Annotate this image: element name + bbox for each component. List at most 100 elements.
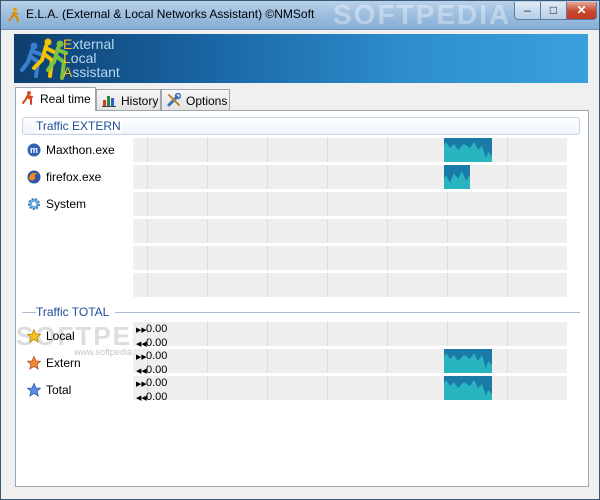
local-traffic-values: ▶▶0.00 ◀◀0.00 — [136, 323, 167, 351]
grid-line — [387, 349, 388, 373]
grid-line — [207, 376, 208, 400]
graph-total-extern — [133, 349, 567, 373]
grid-line — [327, 165, 328, 189]
grid-line — [327, 246, 328, 270]
grid-line — [207, 273, 208, 297]
download-value: 0.00 — [146, 337, 168, 349]
grid-line — [387, 273, 388, 297]
graph-empty — [133, 219, 567, 243]
title-bar[interactable]: E.L.A. (External & Local Networks Assist… — [1, 0, 599, 30]
grid-line — [147, 138, 148, 162]
grid-line — [507, 165, 508, 189]
grid-line — [267, 246, 268, 270]
tab-history-label: History — [121, 94, 159, 108]
app-runner-icon — [8, 7, 19, 23]
grid-line — [147, 219, 148, 243]
graph-maxthon — [133, 138, 567, 162]
star-orange-icon — [27, 356, 41, 370]
grid-line — [507, 219, 508, 243]
row-name: Extern — [46, 356, 81, 370]
grid-line — [207, 322, 208, 346]
tab-real-time[interactable]: Real time — [15, 87, 96, 111]
grid-line — [207, 219, 208, 243]
window-title: E.L.A. (External & Local Networks Assist… — [26, 7, 315, 21]
grid-line — [147, 273, 148, 297]
grid-line — [387, 322, 388, 346]
watermark-text: SOFTPEDIA — [333, 0, 512, 30]
grid-line — [387, 138, 388, 162]
grid-line — [267, 349, 268, 373]
maxthon-icon: m — [27, 143, 41, 157]
gear-icon — [28, 198, 40, 210]
grid-line — [267, 273, 268, 297]
tab-history[interactable]: History — [96, 89, 161, 110]
grid-line — [207, 192, 208, 216]
tab-options-label: Options — [186, 94, 228, 108]
tab-real-time-label: Real time — [40, 92, 91, 106]
close-button[interactable]: ✕ — [567, 2, 597, 20]
traffic-spike — [444, 138, 492, 162]
grid-line — [147, 165, 148, 189]
grid-line — [327, 138, 328, 162]
grid-line — [387, 219, 388, 243]
star-blue-icon — [27, 383, 41, 397]
grid-line — [387, 192, 388, 216]
star-yellow-icon — [27, 329, 41, 343]
grid-line — [507, 246, 508, 270]
tab-options[interactable]: Options — [161, 89, 230, 110]
download-arrow-icon: ◀◀ — [136, 395, 147, 402]
total-group-title: Traffic TOTAL — [36, 305, 116, 319]
minimize-button[interactable]: – — [514, 2, 541, 20]
upload-arrow-icon: ▶▶ — [136, 354, 147, 361]
banner-line-assistant: Assistant — [63, 64, 120, 80]
grid-line — [507, 138, 508, 162]
row-name: Total — [46, 383, 72, 397]
grid-line — [147, 246, 148, 270]
grid-line — [207, 165, 208, 189]
grid-line — [327, 376, 328, 400]
firefox-icon — [27, 170, 41, 184]
traffic-spike — [444, 165, 470, 189]
row-name: System — [46, 197, 87, 211]
grid-line — [207, 138, 208, 162]
grid-line — [507, 349, 508, 373]
grid-line — [387, 165, 388, 189]
graph-system — [133, 192, 567, 216]
grid-line — [507, 192, 508, 216]
bar-chart-icon — [102, 96, 116, 107]
svg-text:m: m — [30, 145, 38, 155]
download-value: 0.00 — [146, 364, 168, 376]
upload-value: 0.00 — [146, 350, 168, 362]
tools-icon — [167, 93, 181, 107]
grid-line — [387, 376, 388, 400]
traffic-spike — [444, 376, 492, 400]
upload-value: 0.00 — [146, 377, 168, 389]
grid-line — [447, 273, 448, 297]
grid-line — [267, 138, 268, 162]
grid-line — [267, 192, 268, 216]
grid-line — [207, 349, 208, 373]
grid-line — [147, 192, 148, 216]
row-name: firefox.exe — [46, 170, 102, 184]
grid-line — [267, 219, 268, 243]
grid-line — [327, 192, 328, 216]
graph-total-total — [133, 376, 567, 400]
grid-line — [327, 219, 328, 243]
tab-strip: Real time History Options — [15, 87, 589, 111]
row-name: Maxthon.exe — [46, 143, 115, 157]
banner-line-external: External — [63, 36, 115, 52]
grid-line — [207, 246, 208, 270]
grid-line — [267, 165, 268, 189]
grid-line — [267, 322, 268, 346]
maximize-button[interactable]: □ — [541, 2, 567, 20]
grid-line — [327, 322, 328, 346]
grid-line — [267, 376, 268, 400]
graph-total-local — [133, 322, 567, 346]
extern-group-title: Traffic EXTERN — [36, 119, 121, 133]
grid-line — [327, 273, 328, 297]
download-value: 0.00 — [146, 391, 168, 403]
banner-line-local: Local — [63, 50, 97, 66]
grid-line — [447, 246, 448, 270]
graph-empty — [133, 246, 567, 270]
upload-value: 0.00 — [146, 323, 168, 335]
